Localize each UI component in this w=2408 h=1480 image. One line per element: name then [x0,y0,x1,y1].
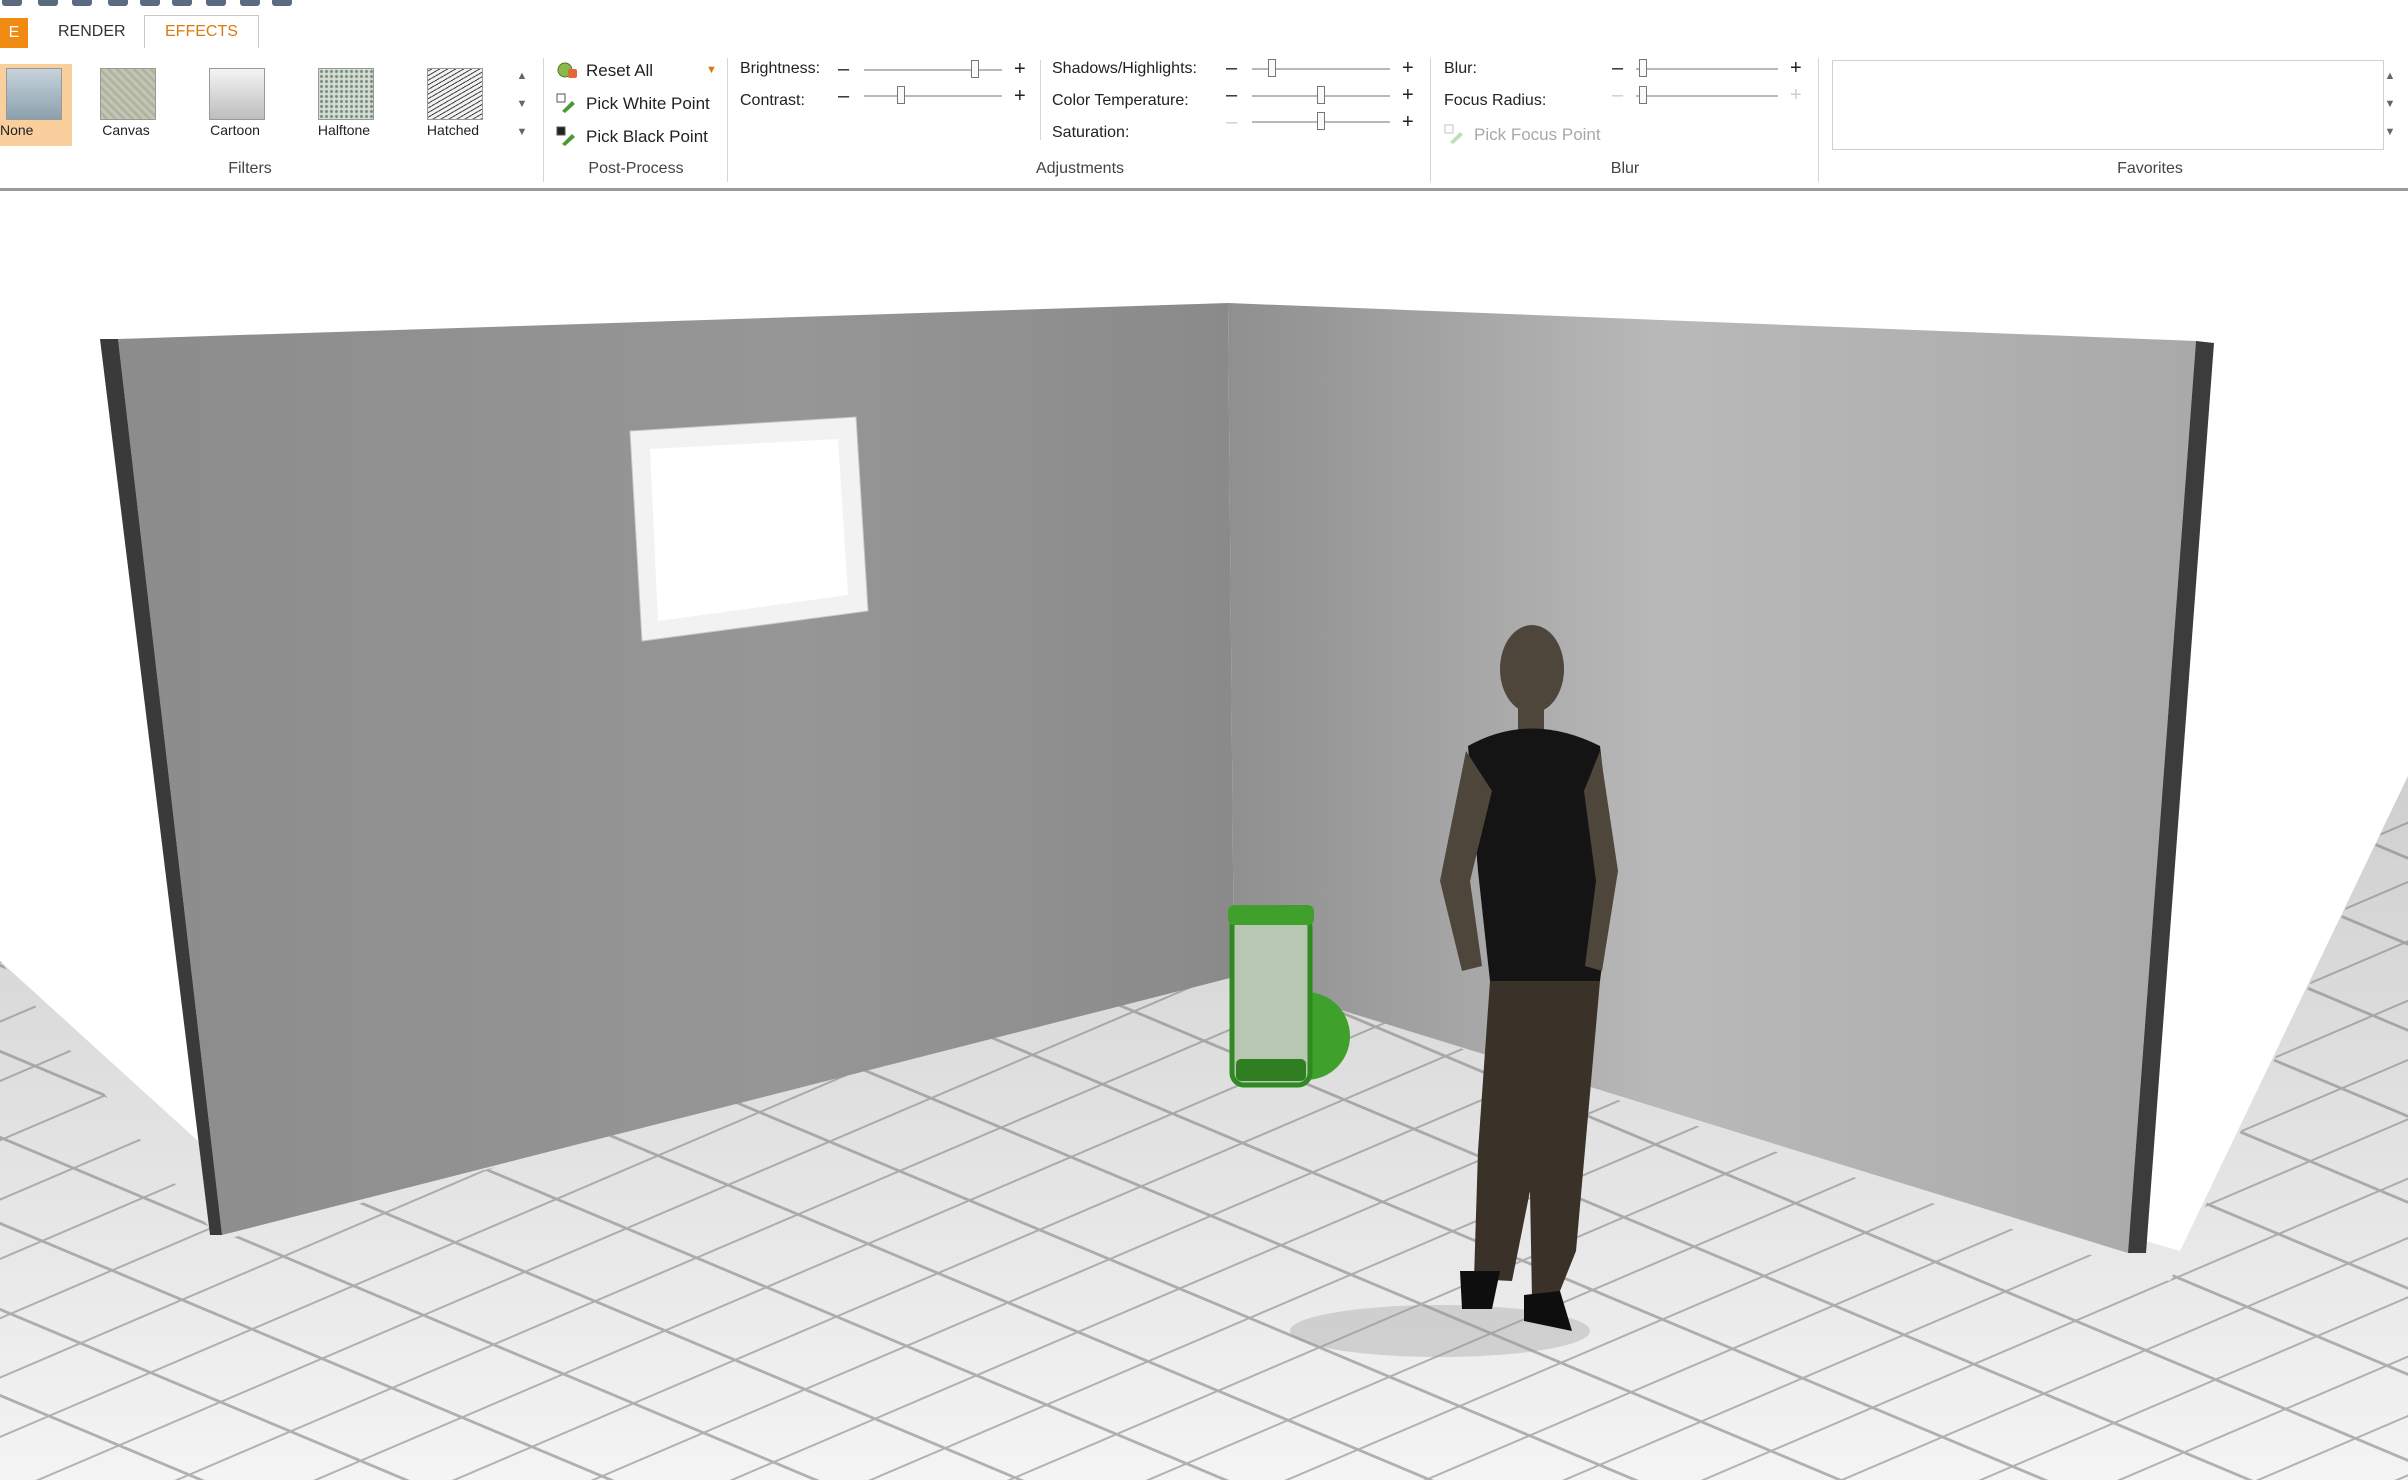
slider-thumb[interactable] [1268,59,1276,77]
group-title-favorites: Favorites [2117,160,2183,177]
filter-canvas-thumbnail [100,68,156,120]
slider-thumb[interactable] [1639,86,1647,104]
filter-halftone-thumbnail [318,68,374,120]
blur-slider[interactable] [1636,59,1778,79]
contrast-increase-button[interactable]: + [1014,86,1026,106]
qat-icon[interactable] [240,0,260,6]
qat-icon[interactable] [272,0,292,6]
focus-radius-slider[interactable] [1636,86,1778,106]
slider-thumb[interactable] [1317,112,1325,130]
window-glass [650,439,848,621]
slider-thumb[interactable] [1317,86,1325,104]
reset-icon [557,62,577,78]
filter-hatched[interactable]: Hatched [413,64,493,146]
group-title-post-process: Post-Process [588,160,684,177]
gallery-expand-icon[interactable]: ▼ [512,118,532,146]
saturation-decrease-button[interactable]: – [1226,112,1237,132]
scroll-up-icon[interactable]: ▲ [512,62,532,90]
shadows-highlights-decrease-button[interactable]: – [1226,58,1237,78]
eyedropper-white-icon [556,93,575,113]
contrast-label: Contrast: [740,92,805,109]
focus-radius-label: Focus Radius: [1444,92,1547,109]
color-temperature-decrease-button[interactable]: – [1226,85,1237,105]
blur-increase-button[interactable]: + [1790,58,1802,78]
ribbon-tab-row [0,12,2408,49]
pick-focus-point-label: Pick Focus Point [1474,125,1601,144]
qat-icon[interactable] [140,0,160,6]
reset-all-label: Reset All [586,61,654,80]
qat-icon[interactable] [38,0,58,6]
scroll-up-icon[interactable]: ▲ [2380,62,2400,90]
filter-hatched-thumbnail [427,68,483,120]
rendered-scene [0,303,2408,1480]
qat-icon[interactable] [172,0,192,6]
qat-icon[interactable] [72,0,92,6]
reset-all-dropdown-icon[interactable]: ▼ [706,64,717,76]
filter-label: Cartoon [210,122,260,138]
filter-none[interactable]: None [0,64,72,146]
filter-none-thumbnail [6,68,62,120]
filter-cartoon-thumbnail [209,68,265,120]
group-title-filters: Filters [228,160,272,177]
tab-effects[interactable]: EFFECTS [144,15,259,49]
color-temperature-increase-button[interactable]: + [1402,85,1414,105]
scroll-down-icon[interactable]: ▼ [2380,90,2400,118]
contrast-decrease-button[interactable]: – [838,86,849,106]
filter-halftone[interactable]: Halftone [304,64,384,146]
shadows-highlights-label: Shadows/Highlights: [1052,60,1197,77]
group-title-blur: Blur [1610,160,1640,177]
slider-thumb[interactable] [971,60,979,78]
favorites-gallery[interactable] [1832,60,2384,150]
contrast-slider[interactable] [864,86,1002,106]
group-title-adjustments: Adjustments [1035,160,1125,177]
filter-label: Halftone [317,122,371,138]
saturation-label: Saturation: [1052,124,1130,141]
brightness-decrease-button[interactable]: – [838,59,849,79]
blur-decrease-button[interactable]: – [1612,58,1623,78]
subgroup-separator [1040,60,1041,140]
slider-thumb[interactable] [1639,59,1647,77]
qat-icon[interactable] [2,0,22,6]
slider-thumb[interactable] [897,86,905,104]
focus-radius-increase-button[interactable]: + [1790,85,1802,105]
eyedropper-black-icon [556,126,575,146]
group-separator [543,58,544,182]
scroll-down-icon[interactable]: ▼ [512,90,532,118]
gallery-expand-icon[interactable]: ▼ [2380,118,2400,146]
filter-canvas[interactable]: Canvas [86,64,166,146]
render-viewport[interactable] [0,191,2408,1480]
filter-gallery-scrollbar[interactable]: ▲ ▼ ▼ [512,62,532,148]
saturation-slider[interactable] [1252,112,1390,132]
color-temperature-label: Color Temperature: [1052,92,1189,109]
favorites-scrollbar[interactable]: ▲ ▼ ▼ [2380,62,2400,148]
qat-icon[interactable] [108,0,128,6]
color-temperature-slider[interactable] [1252,86,1390,106]
focus-eyedropper-icon [1444,124,1463,144]
shadows-highlights-increase-button[interactable]: + [1402,58,1414,78]
filter-label: Canvas [102,122,150,138]
pick-white-point-label: Pick White Point [586,94,710,113]
brightness-increase-button[interactable]: + [1014,59,1026,79]
quick-access-toolbar [0,0,2408,12]
group-separator [727,58,728,182]
group-separator [1430,58,1431,182]
filter-cartoon[interactable]: Cartoon [195,64,275,146]
brightness-slider[interactable] [864,60,1002,80]
shadows-highlights-slider[interactable] [1252,59,1390,79]
group-separator [1818,58,1819,182]
filter-label: Hatched [426,122,480,138]
filter-label: None [0,122,34,138]
brightness-label: Brightness: [740,60,821,77]
qat-icon[interactable] [206,0,226,6]
focus-radius-decrease-button[interactable]: – [1612,85,1623,105]
tab-render[interactable]: RENDER [38,16,146,48]
pick-black-point-label: Pick Black Point [586,127,708,146]
blur-label: Blur: [1444,60,1477,77]
tab-file[interactable]: E [0,18,28,48]
saturation-increase-button[interactable]: + [1402,112,1414,132]
